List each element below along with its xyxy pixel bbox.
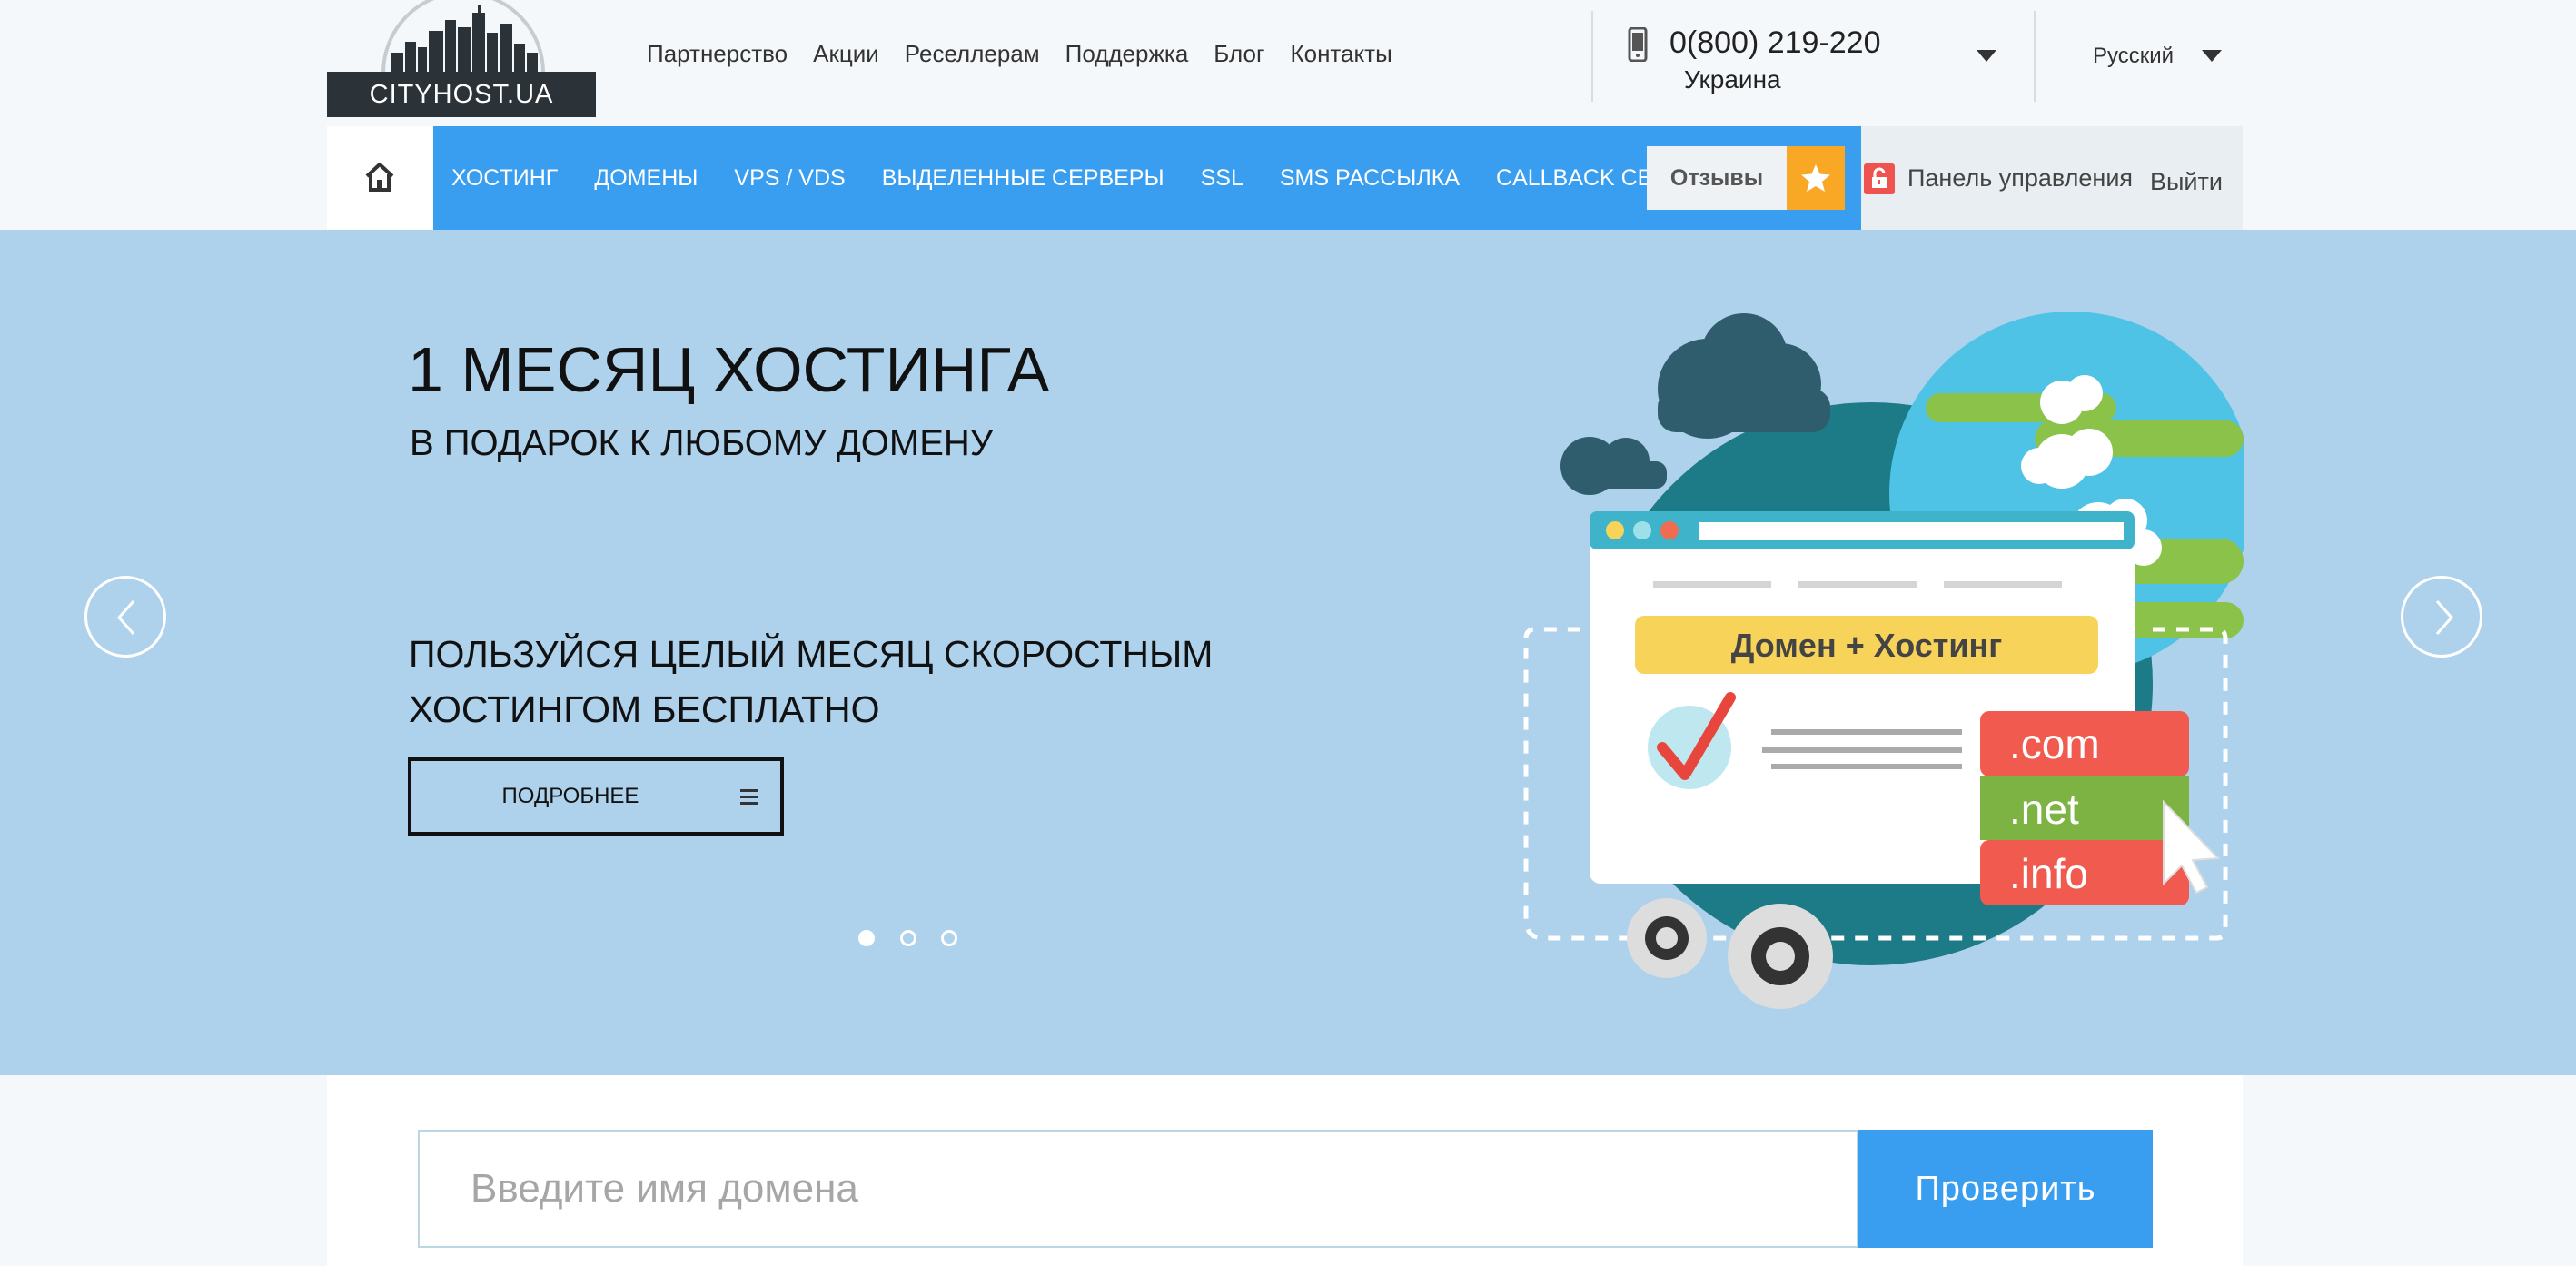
domain-hosting-illustration: Домен + Хостинг .com .net .info [1523,312,2244,1009]
nav-ssl[interactable]: SSL [1201,165,1243,192]
home-button[interactable] [327,126,433,230]
phone-dropdown-icon[interactable] [1977,50,1996,62]
check-domain-button[interactable]: Проверить [1858,1130,2153,1248]
top-nav-partnership[interactable]: Партнерство [647,40,788,68]
nav-vps-vds[interactable]: VPS / VDS [734,165,845,192]
slide-dot-1[interactable] [858,930,875,946]
more-button[interactable]: ПОДРОБНЕЕ [408,757,784,836]
top-nav-resellers[interactable]: Реселлерам [905,40,1040,68]
illustration-tld-info: .info [2009,850,2088,897]
nav-dedicated-servers[interactable]: ВЫДЕЛЕННЫЕ СЕРВЕРЫ [882,165,1164,192]
phone-number[interactable]: 0(800) 219-220 [1669,25,1881,61]
chevron-left-icon [116,600,135,635]
slide-dot-2[interactable] [900,930,916,946]
hero-title: 1 МЕСЯЦ ХОСТИНГА [408,334,1050,405]
top-nav-contacts[interactable]: Контакты [1290,40,1392,68]
prev-slide-button[interactable] [84,576,166,658]
city-skyline-icon [381,0,545,73]
hero-description-line: ПОЛЬЗУЙСЯ ЦЕЛЫЙ МЕСЯЦ СКОРОСТНЫМ [409,633,1214,675]
next-slide-button[interactable] [2401,576,2482,658]
illustration-tld-com: .com [2009,720,2100,767]
logout-link[interactable]: Выйти [2150,168,2223,196]
slide-dot-3[interactable] [941,930,957,946]
main-navbar: ХОСТИНГ ДОМЕНЫ VPS / VDS ВЫДЕЛЕННЫЕ СЕРВ… [327,126,1861,230]
top-header: CITYHOST.UA Партнерство Акции Реселлерам… [0,0,2576,126]
top-nav: Партнерство Акции Реселлерам Поддержка Б… [647,40,1418,68]
hero-subtitle: В ПОДАРОК К ЛЮБОМУ ДОМЕНУ [410,423,994,463]
divider [1591,11,1593,102]
control-panel-link[interactable]: Панель управления [1907,164,2133,193]
menu-icon [740,789,758,806]
reviews-button[interactable]: Отзывы [1647,146,1845,210]
nav-hosting[interactable]: ХОСТИНГ [451,165,558,192]
site-logo[interactable]: CITYHOST.UA [327,0,596,118]
hero-slider: 1 МЕСЯЦ ХОСТИНГА В ПОДАРОК К ЛЮБОМУ ДОМЕ… [0,230,2576,1075]
lock-icon [1864,163,1895,194]
hero-description: ПОЛЬЗУЙСЯ ЦЕЛЫЙ МЕСЯЦ СКОРОСТНЫМ ХОСТИНГ… [409,627,1226,737]
illustration-banner-text: Домен + Хостинг [1731,627,2003,664]
phone-icon [1628,27,1648,62]
hero-description-line: ХОСТИНГОМ БЕСПЛАТНО [409,688,880,730]
star-icon [1787,146,1845,210]
country-label: Украина [1684,65,1781,94]
top-nav-support[interactable]: Поддержка [1065,40,1189,68]
language-dropdown-icon[interactable] [2202,50,2222,62]
nav-sms[interactable]: SMS РАССЫЛКА [1280,165,1460,192]
divider [2034,11,2036,102]
chevron-right-icon [2435,600,2454,635]
main-nav: ХОСТИНГ ДОМЕНЫ VPS / VDS ВЫДЕЛЕННЫЕ СЕРВ… [451,126,1752,230]
top-nav-promotions[interactable]: Акции [813,40,879,68]
top-nav-blog[interactable]: Блог [1214,40,1264,68]
domain-search-input[interactable] [418,1130,1858,1248]
language-selector[interactable]: Русский [2093,44,2174,69]
home-icon [365,163,394,192]
nav-domains[interactable]: ДОМЕНЫ [594,165,698,192]
more-button-label: ПОДРОБНЕЕ [501,784,639,808]
logo-text: CITYHOST.UA [327,72,596,117]
reviews-label: Отзывы [1669,165,1764,191]
illustration-tld-net: .net [2009,786,2079,833]
